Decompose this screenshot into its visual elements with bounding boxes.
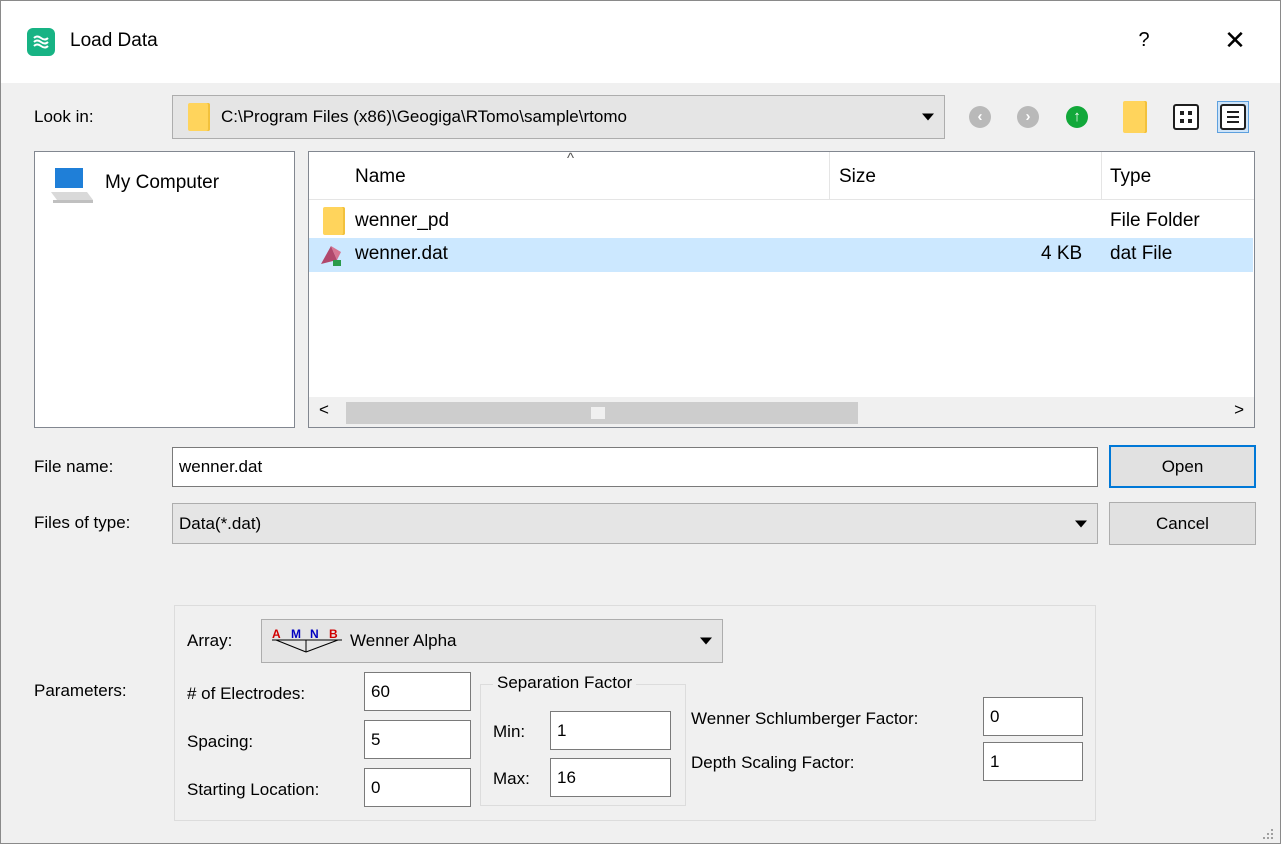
file-name: wenner.dat: [355, 243, 448, 264]
svg-text:B: B: [329, 627, 338, 641]
new-folder-icon[interactable]: [1123, 101, 1147, 133]
min-value: 1: [557, 720, 567, 740]
ws-factor-label: Wenner Schlumberger Factor:: [691, 709, 919, 728]
detail-view-icon: [1220, 104, 1246, 130]
grip-icon: [591, 407, 605, 419]
electrodes-input[interactable]: 60: [364, 672, 471, 711]
column-divider[interactable]: [1101, 152, 1102, 200]
spacing-input[interactable]: 5: [364, 720, 471, 759]
look-in-combo[interactable]: C:\Program Files (x86)\Geogiga\RTomo\sam…: [172, 95, 945, 139]
title-bar: Load Data ? ✕: [1, 1, 1280, 83]
look-in-label: Look in:: [34, 107, 94, 126]
file-size: 4 KB: [1041, 243, 1083, 264]
list-header: ^ Name Size Type: [309, 152, 1254, 200]
dropdown-arrow-icon: [1075, 520, 1087, 527]
electrodes-label: # of Electrodes:: [187, 684, 306, 703]
scroll-left-icon[interactable]: <: [319, 400, 329, 420]
data-file-icon: [317, 242, 345, 268]
depth-factor-input[interactable]: 1: [983, 742, 1083, 781]
open-button-label: Open: [1161, 456, 1204, 476]
file-type: File Folder: [1110, 210, 1200, 231]
column-name[interactable]: Name: [355, 166, 406, 188]
folder-icon: [323, 207, 345, 235]
forward-icon[interactable]: ›: [1017, 106, 1039, 128]
list-view-icon[interactable]: [1173, 104, 1199, 130]
max-label: Max:: [493, 769, 530, 788]
places-item-my-computer[interactable]: My Computer: [105, 172, 219, 194]
dropdown-arrow-icon: [922, 113, 934, 121]
ws-factor-value: 0: [990, 706, 1000, 726]
array-combo[interactable]: A M N B Wenner Alpha: [261, 619, 723, 663]
svg-text:A: A: [272, 627, 281, 641]
array-value: Wenner Alpha: [350, 631, 457, 650]
scrollbar-thumb[interactable]: [346, 402, 858, 424]
parameters-panel: Array: A M N B Wenner Alpha # of Electro…: [174, 605, 1096, 821]
start-location-value: 0: [371, 777, 381, 797]
column-type[interactable]: Type: [1110, 166, 1151, 188]
array-label: Array:: [187, 631, 233, 650]
file-type-value: Data(*.dat): [179, 513, 262, 533]
column-size[interactable]: Size: [839, 166, 876, 188]
max-value: 16: [557, 767, 576, 787]
sort-ascending-icon: ^: [567, 151, 575, 167]
file-name: wenner_pd: [355, 210, 450, 231]
folder-icon: [188, 103, 210, 131]
file-type: dat File: [1110, 243, 1173, 264]
separation-factor-group: Separation Factor Min: 1 Max: 16: [480, 673, 686, 806]
cancel-button[interactable]: Cancel: [1109, 502, 1256, 545]
open-button[interactable]: Open: [1109, 445, 1256, 488]
list-item[interactable]: wenner.dat 4 KB dat File: [309, 238, 1253, 272]
depth-factor-label: Depth Scaling Factor:: [691, 753, 855, 772]
file-name-label: File name:: [34, 457, 114, 476]
file-list: ^ Name Size Type wenner_pd File Folder w…: [308, 151, 1255, 428]
back-icon[interactable]: ‹: [969, 106, 991, 128]
file-name-value: wenner.dat: [179, 457, 263, 476]
places-panel: My Computer: [34, 151, 295, 428]
dropdown-arrow-icon: [700, 637, 712, 645]
app-icon: [27, 28, 55, 56]
file-type-combo[interactable]: Data(*.dat): [172, 503, 1098, 544]
file-name-input[interactable]: wenner.dat: [172, 447, 1098, 487]
start-location-label: Starting Location:: [187, 780, 320, 799]
help-button[interactable]: ?: [1129, 25, 1159, 55]
load-data-dialog: Load Data ? ✕ Look in: C:\Program Files …: [0, 0, 1281, 844]
svg-text:M: M: [291, 627, 301, 641]
look-in-path: C:\Program Files (x86)\Geogiga\RTomo\sam…: [221, 107, 627, 126]
max-input[interactable]: 16: [550, 758, 671, 797]
up-folder-icon[interactable]: ↑: [1066, 106, 1088, 128]
spacing-label: Spacing:: [187, 732, 254, 751]
list-item[interactable]: wenner_pd File Folder: [309, 205, 1253, 239]
svg-text:N: N: [310, 627, 319, 641]
separation-factor-title: Separation Factor: [493, 673, 637, 693]
cancel-button-label: Cancel: [1156, 513, 1209, 533]
detail-view-button[interactable]: [1217, 101, 1249, 133]
spacing-value: 5: [371, 729, 381, 749]
depth-factor-value: 1: [990, 751, 1000, 771]
electrodes-value: 60: [371, 681, 390, 701]
files-of-type-label: Files of type:: [34, 513, 131, 532]
resize-grip-icon[interactable]: [1262, 825, 1274, 839]
column-divider[interactable]: [829, 152, 830, 200]
ws-factor-input[interactable]: 0: [983, 697, 1083, 736]
parameters-label: Parameters:: [34, 681, 127, 700]
computer-icon[interactable]: [47, 166, 103, 210]
close-button[interactable]: ✕: [1219, 25, 1251, 57]
min-label: Min:: [493, 722, 526, 741]
wenner-array-icon: A M N B: [270, 626, 346, 656]
horizontal-scrollbar[interactable]: < >: [309, 397, 1254, 427]
min-input[interactable]: 1: [550, 711, 671, 750]
window-title: Load Data: [70, 30, 158, 51]
start-location-input[interactable]: 0: [364, 768, 471, 807]
scroll-right-icon[interactable]: >: [1234, 400, 1244, 420]
